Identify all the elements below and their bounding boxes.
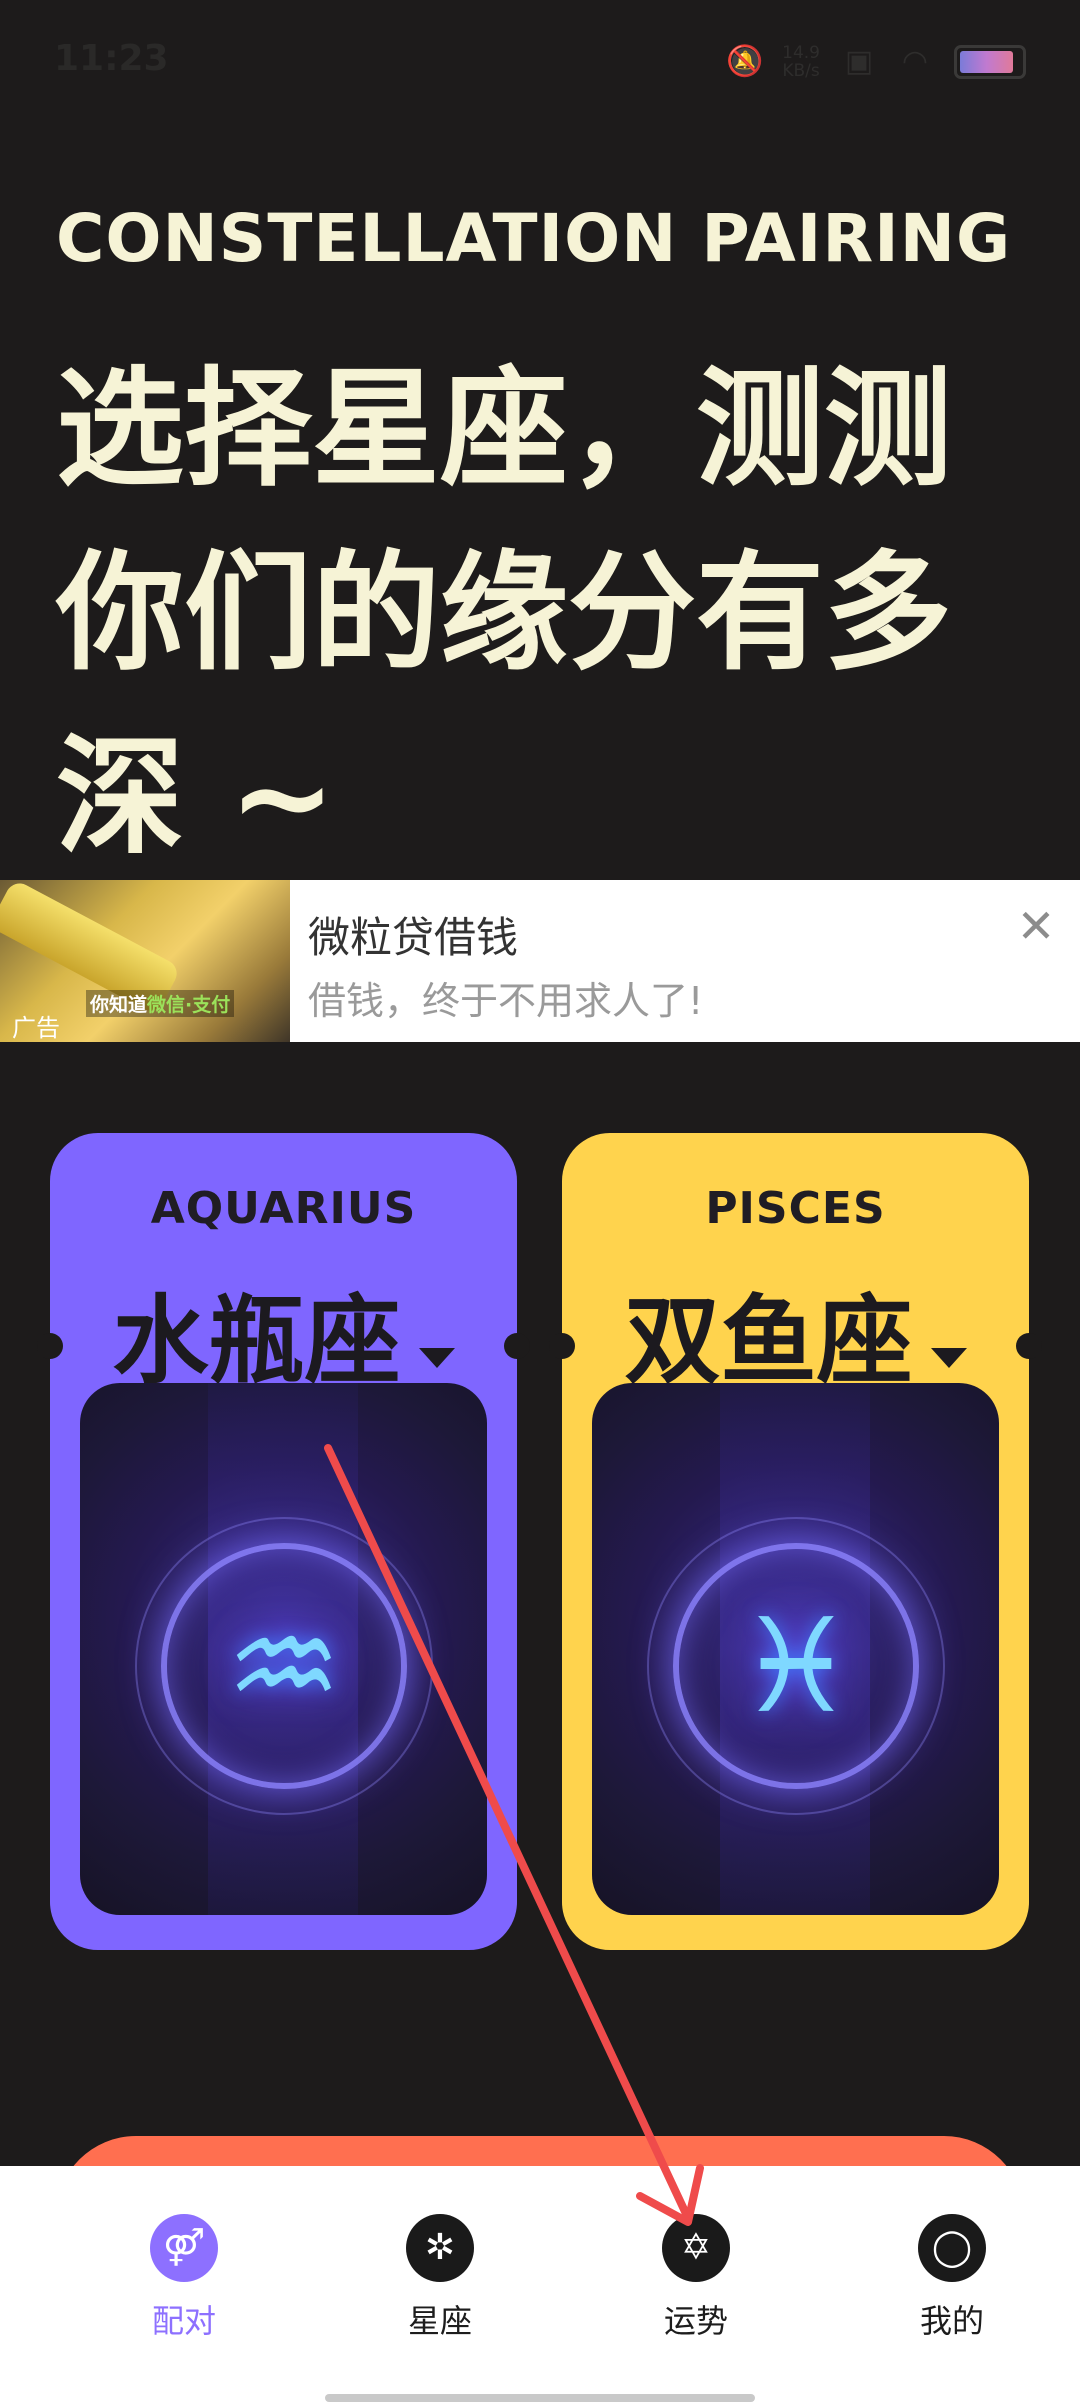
tab-constellation[interactable]: ✲ 星座 xyxy=(370,2214,510,2342)
status-bar: 11:23 🔕 14.9 KB/s ▣ ◠ xyxy=(0,0,1080,120)
profile-icon[interactable]: ◯ xyxy=(918,2214,986,2282)
battery-level xyxy=(960,51,1014,73)
constellation-icon[interactable]: ✲ xyxy=(406,2214,474,2282)
home-indicator[interactable] xyxy=(325,2394,755,2402)
zodiac-name-en: PISCES xyxy=(705,1183,886,1234)
couple-icon[interactable]: ⚤ xyxy=(150,2214,218,2282)
zodiac-artwork: ♓ xyxy=(592,1383,999,1915)
tab-label[interactable]: 配对 xyxy=(114,2296,254,2342)
status-icons: 🔕 14.9 KB/s ▣ ◠ xyxy=(726,44,1026,80)
tab-pairing[interactable]: ⚤ 配对 xyxy=(114,2214,254,2342)
wifi-icon: ◠ xyxy=(901,44,929,79)
dropdown-caret-icon[interactable] xyxy=(930,1347,967,1368)
tab-profile[interactable]: ◯ 我的 xyxy=(882,2214,1022,2342)
zodiac-name-zh[interactable]: 双鱼座 xyxy=(625,1285,913,1397)
zodiac-artwork: ♒ xyxy=(80,1383,487,1915)
pisces-symbol-icon: ♓ xyxy=(737,1590,855,1742)
ad-thumbnail-caption: 你知道微信·支付 xyxy=(86,990,235,1017)
dropdown-caret-icon[interactable] xyxy=(418,1347,455,1368)
ad-banner[interactable]: 你知道微信·支付 广告 微粒贷借钱 借钱，终于不用求人了! ✕ xyxy=(0,880,1080,1042)
zodiac-name-zh[interactable]: 水瓶座 xyxy=(113,1285,401,1397)
ad-description: 借钱，终于不用求人了! xyxy=(308,979,704,1023)
tab-fortune[interactable]: ✡ 运势 xyxy=(626,2214,766,2342)
tab-label[interactable]: 运势 xyxy=(626,2296,766,2342)
network-speed-value: 14.9 xyxy=(782,43,820,63)
hero-headline: 选择星座，测测你们的缘分有多深 ~ xyxy=(56,355,953,872)
fortune-star-icon[interactable]: ✡ xyxy=(662,2214,730,2282)
battery-icon xyxy=(954,45,1026,79)
close-icon[interactable]: ✕ xyxy=(1012,902,1060,950)
zodiac-card-left[interactable]: AQUARIUS 水瓶座 ♒ xyxy=(37,1133,530,1950)
zodiac-selector[interactable]: 双鱼座 xyxy=(562,1263,1029,1402)
zodiac-name-en: AQUARIUS xyxy=(150,1183,417,1234)
status-time: 11:23 xyxy=(54,38,169,79)
ad-caption-highlight: 微信·支付 xyxy=(147,994,231,1016)
hero-subtitle: CONSTELLATION PAIRING xyxy=(56,200,1012,277)
tab-label[interactable]: 我的 xyxy=(882,2296,1022,2342)
tab-label[interactable]: 星座 xyxy=(370,2296,510,2342)
aquarius-symbol-icon: ♒ xyxy=(225,1590,343,1742)
ad-title[interactable]: 微粒贷借钱 xyxy=(308,904,518,965)
ad-tag: 广告 xyxy=(12,1014,60,1042)
zodiac-card-right[interactable]: PISCES 双鱼座 ♓ xyxy=(549,1133,1042,1950)
bottom-tab-bar: ⚤ 配对 ✲ 星座 ✡ 运势 ◯ 我的 xyxy=(0,2166,1080,2408)
mute-bell-icon: 🔕 xyxy=(726,44,764,79)
ad-thumbnail[interactable]: 你知道微信·支付 广告 xyxy=(0,880,290,1042)
zodiac-selector[interactable]: 水瓶座 xyxy=(50,1263,517,1402)
network-speed-unit: KB/s xyxy=(782,61,820,81)
network-speed: 14.9 KB/s xyxy=(782,44,820,80)
nfc-icon: ▣ xyxy=(844,44,874,79)
ad-caption-prefix: 你知道 xyxy=(90,994,148,1016)
